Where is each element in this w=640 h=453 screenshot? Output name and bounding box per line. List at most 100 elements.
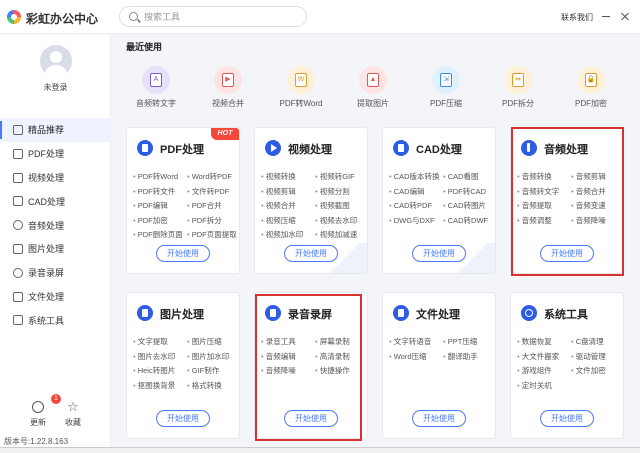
- play-icon: [265, 140, 281, 156]
- recent-item[interactable]: A 音频转文字: [126, 66, 186, 109]
- card-item[interactable]: Heic转图片: [133, 365, 187, 376]
- card-item[interactable]: PDF转CAD: [443, 186, 495, 197]
- sidebar-item-record[interactable]: 录音录屏: [0, 261, 111, 285]
- card-item[interactable]: 大文件搬家: [517, 351, 571, 362]
- cad-icon: [13, 196, 23, 207]
- sidebar-item-cad[interactable]: CAD处理: [0, 189, 111, 213]
- card-item[interactable]: PDF编辑: [133, 200, 187, 211]
- update-label: 更新: [30, 418, 46, 427]
- card-file: 文件处理 文字转语音PPT压缩 Word压缩翻译助手 开始使用: [382, 292, 496, 439]
- card-item[interactable]: 视频加水印: [261, 229, 315, 240]
- card-item[interactable]: 游戏组件: [517, 365, 571, 376]
- start-button[interactable]: 开始使用: [156, 410, 210, 427]
- minimize-icon[interactable]: [600, 10, 612, 22]
- card-title: 图片处理: [160, 309, 204, 321]
- start-button[interactable]: 开始使用: [156, 245, 210, 262]
- sidebar-item-audio[interactable]: 音频处理: [0, 213, 111, 237]
- login-status[interactable]: 未登录: [0, 82, 111, 93]
- card-item[interactable]: 定时关机: [517, 380, 571, 391]
- sidebar-item-file[interactable]: 文件处理: [0, 285, 111, 309]
- version-label: 版本号:1.22.8.163: [4, 437, 69, 446]
- card-item[interactable]: 视频分割: [315, 186, 367, 197]
- card-item[interactable]: 视频截图: [315, 200, 367, 211]
- card-item[interactable]: 视频转换: [261, 171, 315, 182]
- card-item[interactable]: 文件转PDF: [187, 186, 239, 197]
- card-item[interactable]: PDF转Word: [133, 171, 187, 182]
- card-items: 数据恢复C盘清理 大文件搬家驱动管理 游戏组件文件加密 定时关机: [517, 336, 623, 391]
- recent-item[interactable]: ▶ 视频合并: [198, 66, 258, 109]
- card-item[interactable]: PDF删除页面: [133, 229, 187, 240]
- card-item[interactable]: 图片加水印: [187, 351, 239, 362]
- recent-item-label: PDF压缩: [430, 99, 462, 108]
- card-item[interactable]: PDF加密: [133, 215, 187, 226]
- recent-item[interactable]: ▲ 提取图片: [343, 66, 403, 109]
- card-item[interactable]: CAD转DWF: [443, 215, 495, 226]
- sidebar-item-label: 精品推荐: [28, 125, 65, 136]
- card-item[interactable]: CAD转图片: [443, 200, 495, 211]
- recent-item-label: 音频转文字: [136, 99, 176, 108]
- sidebar-item-video[interactable]: 视频处理: [0, 166, 111, 190]
- sidebar-item-pdf[interactable]: PDF处理: [0, 142, 111, 166]
- card-item[interactable]: 文字提取: [133, 336, 187, 347]
- taskbar-strip: [0, 447, 640, 453]
- card-item[interactable]: Word压缩: [389, 351, 443, 362]
- recent-item[interactable]: ⇲ PDF压缩: [416, 66, 476, 109]
- card-item[interactable]: CAD版本转换: [389, 171, 443, 182]
- card-item[interactable]: 格式转换: [187, 380, 239, 391]
- search-icon: [129, 12, 138, 21]
- start-button[interactable]: 开始使用: [412, 245, 466, 262]
- card-item[interactable]: 视频压缩: [261, 215, 315, 226]
- sidebar-item-image[interactable]: 图片处理: [0, 237, 111, 261]
- recent-item[interactable]: W PDF转Word: [271, 66, 331, 109]
- card-item[interactable]: C盘清理: [571, 336, 623, 347]
- card-item[interactable]: PDF转文件: [133, 186, 187, 197]
- favorite-button[interactable]: ☆ 收藏: [58, 400, 88, 428]
- card-item[interactable]: 图片去水印: [133, 351, 187, 362]
- card-image: 图片处理 文字提取图片压缩 图片去水印图片加水印 Heic转图片GIF制作 抠图…: [126, 292, 240, 439]
- word-file-icon: [393, 305, 409, 321]
- card-item[interactable]: CAD编辑: [389, 186, 443, 197]
- card-item[interactable]: 抠图换背景: [133, 380, 187, 391]
- favorite-label: 收藏: [65, 418, 81, 427]
- avatar[interactable]: [40, 45, 72, 77]
- sidebar-item-recommended[interactable]: 精品推荐: [0, 118, 111, 142]
- card-item[interactable]: 文件加密: [571, 365, 623, 376]
- toolbox-icon: [13, 315, 23, 326]
- card-item[interactable]: 翻译助手: [443, 351, 495, 362]
- image-icon: [13, 243, 23, 254]
- card-item[interactable]: Word转PDF: [187, 171, 239, 182]
- card-item[interactable]: 视频加减速: [315, 229, 367, 240]
- card-item[interactable]: PDF拆分: [187, 215, 239, 226]
- card-item[interactable]: DWG与DXF: [389, 215, 443, 226]
- recent-item[interactable]: 🔒 PDF加密: [561, 66, 621, 109]
- card-item[interactable]: 视频剪辑: [261, 186, 315, 197]
- card-item[interactable]: 数据恢复: [517, 336, 571, 347]
- card-title: 系统工具: [544, 309, 588, 321]
- card-item[interactable]: 图片压缩: [187, 336, 239, 347]
- start-button[interactable]: 开始使用: [284, 245, 338, 262]
- card-item[interactable]: PPT压缩: [443, 336, 495, 347]
- card-item[interactable]: PDF合并: [187, 200, 239, 211]
- sidebar-item-system[interactable]: 系统工具: [0, 308, 111, 332]
- card-item[interactable]: CAD看图: [443, 171, 495, 182]
- card-item[interactable]: 视频转GIF: [315, 171, 367, 182]
- pdf-icon: [137, 140, 153, 156]
- recent-item[interactable]: ⇹ PDF拆分: [488, 66, 548, 109]
- recent-item-label: PDF加密: [575, 99, 607, 108]
- close-icon[interactable]: [619, 10, 631, 22]
- card-item[interactable]: PDF页面提取: [187, 229, 239, 240]
- start-button[interactable]: 开始使用: [412, 410, 466, 427]
- card-item[interactable]: 视频去水印: [315, 215, 367, 226]
- card-item[interactable]: 视频合并: [261, 200, 315, 211]
- update-button[interactable]: 1 更新: [23, 394, 61, 428]
- start-button[interactable]: 开始使用: [540, 410, 594, 427]
- sidebar-item-label: 文件处理: [28, 291, 65, 302]
- update-icon: 1: [32, 394, 61, 413]
- card-item[interactable]: 文字转语音: [389, 336, 443, 347]
- search-box[interactable]: [119, 6, 307, 27]
- card-item[interactable]: 驱动管理: [571, 351, 623, 362]
- contact-us-link[interactable]: 联系我们: [561, 12, 593, 23]
- card-item[interactable]: GIF制作: [187, 365, 239, 376]
- card-item[interactable]: CAD转PDF: [389, 200, 443, 211]
- search-input[interactable]: [144, 10, 294, 24]
